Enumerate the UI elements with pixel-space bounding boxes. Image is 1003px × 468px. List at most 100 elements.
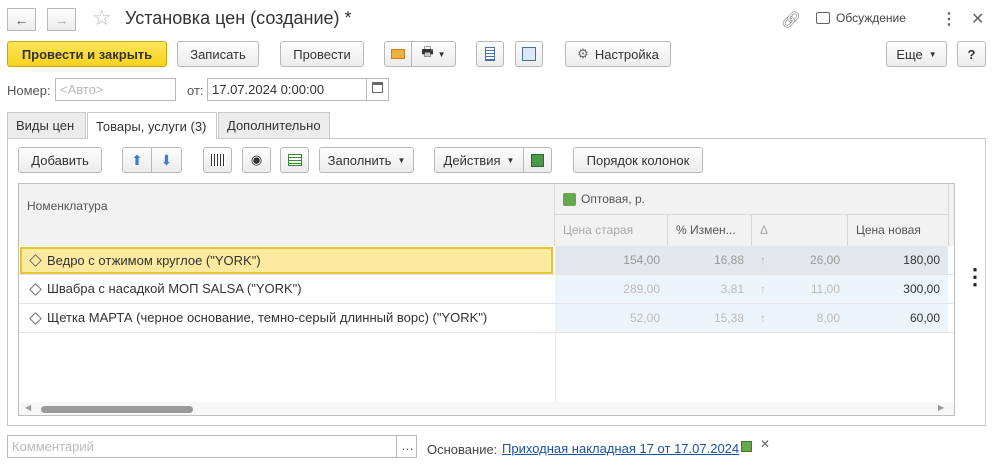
tab-price-types[interactable]: Виды цен: [7, 112, 86, 138]
help-button[interactable]: ?: [957, 41, 986, 67]
gear-icon: ⚙: [577, 46, 589, 61]
table-row[interactable]: Ведро с отжимом круглое ("YORK") 154,00 …: [19, 246, 954, 275]
row-delta: 26,00: [809, 253, 840, 267]
forward-button[interactable]: →: [47, 8, 76, 31]
discuss-label: Обсуждение: [836, 11, 906, 25]
form-icon: [287, 154, 302, 166]
row-delta-cell[interactable]: ↑ 11,00: [752, 275, 848, 303]
product-icon: [29, 311, 42, 325]
row-name-cell[interactable]: Ведро с отжимом круглое ("YORK"): [20, 247, 553, 274]
row-new-price[interactable]: 60,00: [848, 304, 948, 332]
arrow-up-icon: ⬆︎: [131, 151, 143, 168]
back-button[interactable]: ←: [7, 8, 36, 31]
horizontal-scrollbar[interactable]: ◀ ▶: [19, 402, 954, 415]
chevron-down-icon: ▼: [437, 49, 446, 59]
close-icon[interactable]: ✕: [971, 9, 984, 29]
post-button[interactable]: Провести: [280, 41, 364, 67]
column-group-wholesale: Оптовая, р.: [555, 184, 948, 215]
view-button[interactable]: ◉: [242, 147, 271, 173]
printer-icon: 🖶︎: [421, 44, 434, 59]
table-row[interactable]: Швабра с насадкой МОП SALSA ("YORK") 289…: [19, 275, 954, 304]
clear-basis-icon[interactable]: ✕: [760, 437, 770, 451]
product-icon: [29, 254, 42, 267]
tab-additional[interactable]: Дополнительно: [218, 112, 330, 138]
row-name-cell[interactable]: Щетка МАРТА (черное основание, темно-сер…: [22, 304, 553, 332]
add-button[interactable]: Добавить: [18, 147, 102, 173]
more-label: Еще: [896, 46, 923, 62]
more-menu-icon[interactable]: ⋮: [941, 9, 957, 29]
date-field[interactable]: 17.07.2024 0:00:00: [207, 78, 367, 101]
move-up-button[interactable]: ⬆︎: [122, 147, 152, 173]
header-filler: [948, 184, 954, 246]
document-link-icon[interactable]: [741, 441, 752, 452]
row-new-price[interactable]: 180,00: [848, 246, 948, 274]
structure-button[interactable]: [515, 41, 543, 67]
actions-button[interactable]: Действия ▼: [434, 147, 524, 173]
group-label: Оптовая, р.: [581, 192, 645, 206]
arrow-right-icon: →: [54, 11, 69, 28]
move-down-button[interactable]: ⬇︎: [151, 147, 182, 173]
row-delta: 8,00: [816, 311, 840, 325]
email-button[interactable]: [384, 41, 412, 67]
row-percent[interactable]: 16,88: [668, 246, 752, 274]
arrow-left-icon: ←: [14, 11, 29, 28]
row-percent[interactable]: 3,81: [668, 275, 752, 303]
chat-icon: [816, 12, 830, 24]
row-delta: 11,00: [810, 282, 840, 296]
export-button[interactable]: [523, 147, 552, 173]
row-delta-cell[interactable]: ↑ 26,00: [752, 246, 848, 274]
document-icon: [485, 47, 495, 61]
ellipsis-icon: …: [401, 438, 414, 453]
discuss-button[interactable]: Обсуждение: [816, 11, 906, 25]
number-field[interactable]: <Авто>: [55, 78, 176, 101]
number-label: Номер:: [7, 83, 51, 98]
column-header-name[interactable]: Номенклатура: [19, 184, 555, 246]
star-icon[interactable]: ☆: [92, 5, 112, 31]
table-row[interactable]: Щетка МАРТА (черное основание, темно-сер…: [19, 304, 954, 333]
print-button[interactable]: 🖶︎ ▼: [411, 41, 456, 67]
column-header-percent[interactable]: % Измен...: [668, 215, 752, 246]
scroll-right-icon[interactable]: ▶: [938, 403, 944, 412]
tab-goods[interactable]: Товары, услуги (3): [87, 112, 217, 139]
basis-link[interactable]: Приходная накладная 17 от 17.07.2024: [502, 441, 739, 456]
link-icon[interactable]: 🔗︎: [781, 10, 801, 30]
scrollbar-thumb[interactable]: [41, 406, 193, 413]
select-button[interactable]: [280, 147, 309, 173]
row-percent[interactable]: 15,38: [668, 304, 752, 332]
table-more-icon[interactable]: ⋮: [964, 266, 986, 288]
calendar-button[interactable]: [366, 78, 389, 101]
comment-expand-button[interactable]: …: [396, 435, 417, 458]
row-old-price[interactable]: 52,00: [555, 304, 668, 332]
chevron-down-icon: ▼: [506, 155, 515, 165]
row-new-price[interactable]: 300,00: [848, 275, 948, 303]
row-delta-cell[interactable]: ↑ 8,00: [752, 304, 848, 332]
barcode-button[interactable]: [203, 147, 232, 173]
export-icon: [531, 153, 544, 167]
row-old-price[interactable]: 154,00: [555, 246, 668, 274]
row-name: Ведро с отжимом круглое ("YORK"): [47, 253, 261, 268]
arrow-down-icon: ⬇︎: [160, 151, 173, 168]
write-button[interactable]: Записать: [177, 41, 259, 67]
comment-field[interactable]: Комментарий: [7, 435, 397, 458]
fill-label: Заполнить: [327, 152, 392, 168]
row-name-cell[interactable]: Швабра с насадкой МОП SALSA ("YORK"): [22, 275, 553, 303]
column-header-new-price[interactable]: Цена новая: [848, 215, 948, 246]
fill-button[interactable]: Заполнить ▼: [319, 147, 414, 173]
goods-table: Номенклатура Оптовая, р. Цена старая % И…: [18, 183, 955, 416]
settings-button[interactable]: ⚙ Настройка: [565, 41, 671, 67]
settings-label: Настройка: [594, 46, 659, 62]
column-order-button[interactable]: Порядок колонок: [573, 147, 703, 173]
post-and-close-button[interactable]: Провести и закрыть: [7, 41, 167, 67]
column-header-delta[interactable]: Δ: [752, 215, 848, 246]
calendar-icon: [372, 82, 383, 93]
arrow-up-icon: ↑: [760, 311, 766, 325]
actions-label: Действия: [443, 152, 501, 168]
hierarchy-icon: [522, 47, 536, 61]
more-button[interactable]: Еще ▼: [886, 41, 947, 67]
column-header-old-price[interactable]: Цена старая: [555, 215, 668, 246]
envelope-icon: [391, 49, 405, 59]
report-button[interactable]: [476, 41, 504, 67]
row-old-price[interactable]: 289,00: [555, 275, 668, 303]
scroll-left-icon[interactable]: ◀: [25, 403, 31, 412]
basis-label: Основание:: [427, 442, 498, 457]
